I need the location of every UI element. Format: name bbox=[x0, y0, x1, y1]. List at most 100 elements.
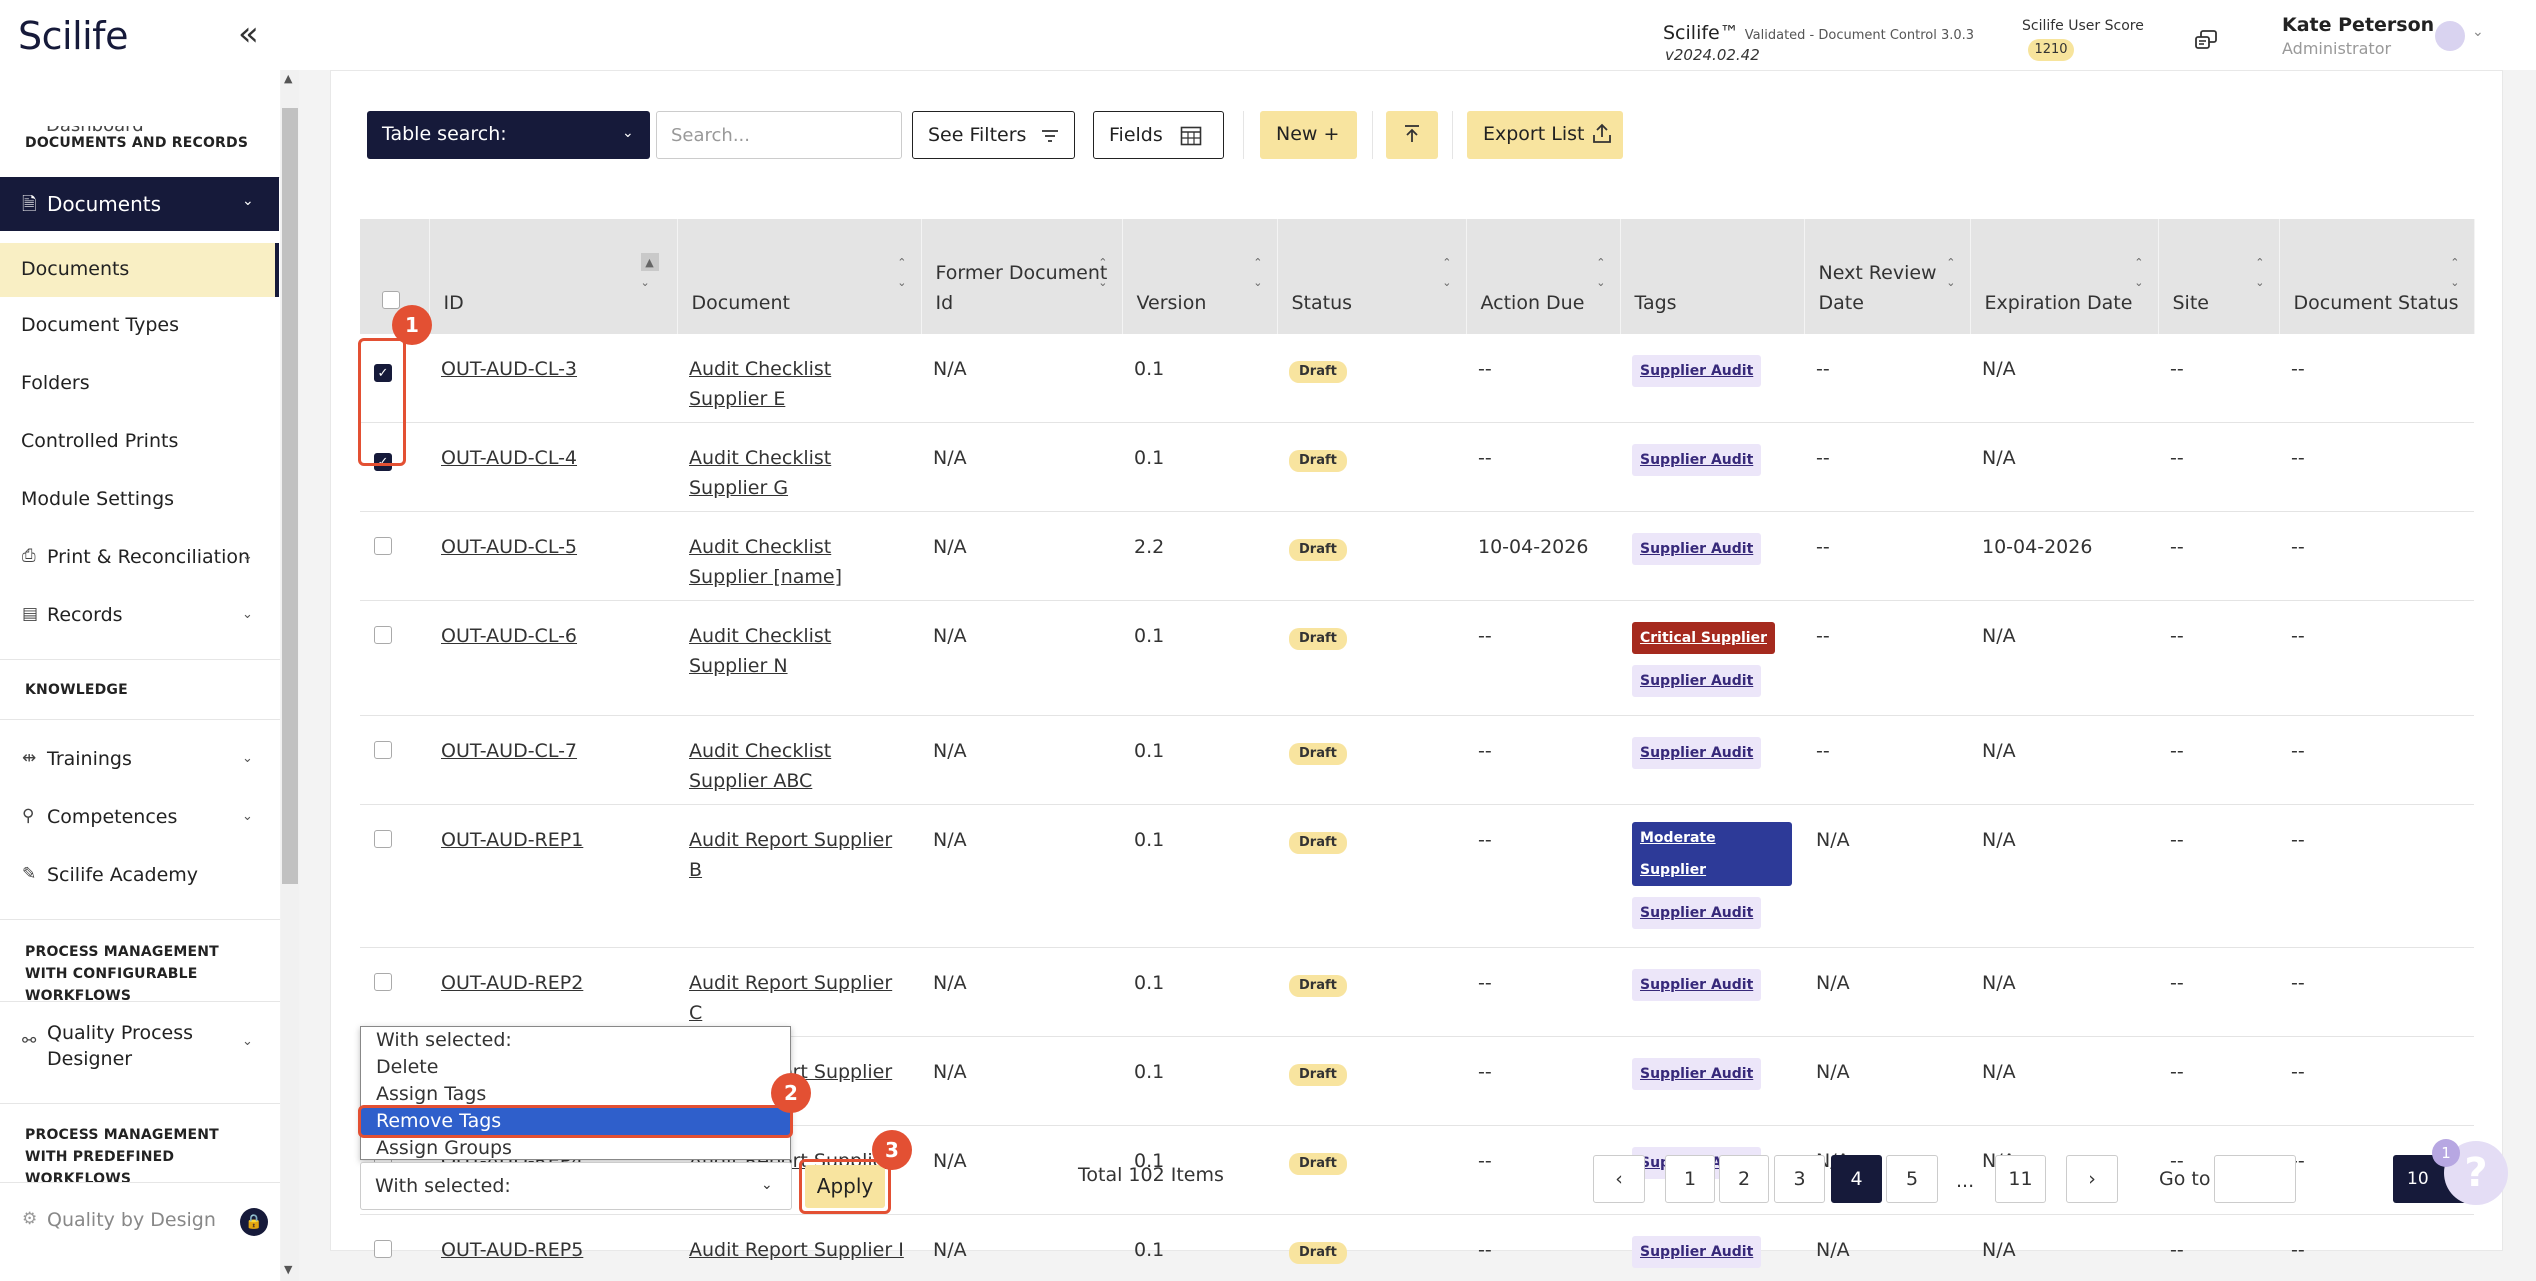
sidebar-item-print-reconciliation[interactable]: ⎙ Print & Reconciliation ⌄ bbox=[0, 531, 279, 585]
chevron-down-icon[interactable]: ⌄ bbox=[2472, 24, 2484, 40]
sidebar-item-module-settings[interactable]: Module Settings bbox=[0, 473, 279, 527]
tag-supplier-audit[interactable]: Supplier Audit bbox=[1632, 737, 1762, 769]
row-checkbox[interactable] bbox=[374, 741, 392, 759]
table-row[interactable]: OUT-AUD-REP5 Audit Report Supplier I N/A 0.… bbox=[360, 1214, 2474, 1281]
document-title-link[interactable]: Audit Checklist Supplier ABC bbox=[689, 740, 831, 792]
sidebar-scrollbar-thumb[interactable] bbox=[282, 108, 298, 884]
page-4-current[interactable]: 4 bbox=[1831, 1155, 1882, 1203]
page-11[interactable]: 11 bbox=[1995, 1155, 2046, 1203]
sidebar-item-quality-by-design[interactable]: ⚙ Quality by Design 🔒 bbox=[0, 1194, 279, 1248]
sidebar-item-folders[interactable]: Folders bbox=[0, 357, 279, 411]
tag-critical-supplier[interactable]: Critical Supplier bbox=[1632, 622, 1775, 654]
sidebar-item-records[interactable]: ▤ Records ⌄ bbox=[0, 589, 279, 643]
table-row[interactable]: OUT-AUD-REP2 Audit Report Supplier C N/A 0.… bbox=[360, 947, 2474, 1037]
sidebar-item-quality-process-designer[interactable]: ⚯ Quality Process Designer ⌄ bbox=[0, 1016, 279, 1070]
document-id-link[interactable]: OUT-AUD-CL-5 bbox=[441, 536, 577, 558]
sort-icon[interactable]: ⌃ ⌄ bbox=[2450, 253, 2459, 293]
sidebar-item-trainings[interactable]: ⇹ Trainings ⌄ bbox=[0, 733, 279, 787]
scroll-down-icon[interactable]: ▼ bbox=[284, 1263, 292, 1276]
next-page-button[interactable]: › bbox=[2066, 1155, 2118, 1203]
column-header-document-status[interactable]: ⌃ ⌄ Document Status bbox=[2279, 219, 2475, 334]
bulk-action-select[interactable]: With selected: ⌄ bbox=[360, 1162, 792, 1210]
sort-icon[interactable]: ⌃ ⌄ bbox=[1098, 253, 1107, 293]
sidebar-item-document-types[interactable]: Document Types bbox=[0, 299, 279, 353]
tag-supplier-audit[interactable]: Supplier Audit bbox=[1632, 897, 1762, 929]
document-title-link[interactable]: Audit Report Supplier B bbox=[689, 829, 892, 881]
column-header-former-id[interactable]: ⌃ ⌄ Former Document Id bbox=[921, 219, 1123, 334]
document-id-link[interactable]: OUT-AUD-CL-4 bbox=[441, 447, 577, 469]
table-search-select[interactable]: Table search: ⌄ bbox=[367, 111, 650, 159]
prev-page-button[interactable]: ‹ bbox=[1593, 1155, 1645, 1203]
sidebar-item-documents-parent[interactable]: 🗎 Documents ⌄ bbox=[0, 177, 279, 231]
sort-icon[interactable]: ⌃ ⌄ bbox=[1596, 253, 1605, 293]
column-header-id[interactable]: ▲ ⌄ ID bbox=[429, 219, 678, 334]
see-filters-button[interactable]: See Filters bbox=[912, 111, 1075, 159]
sidebar-item-competences[interactable]: ⚲ Competences ⌄ bbox=[0, 791, 279, 845]
upload-button[interactable] bbox=[1386, 111, 1438, 159]
column-header-status[interactable]: ⌃ ⌄ Status bbox=[1277, 219, 1467, 334]
select-all-checkbox[interactable] bbox=[382, 291, 400, 309]
bulk-option-assign-tags[interactable]: Assign Tags bbox=[361, 1081, 790, 1108]
bulk-option-delete[interactable]: Delete bbox=[361, 1054, 790, 1081]
tag-supplier-audit[interactable]: Supplier Audit bbox=[1632, 1058, 1762, 1090]
document-id-link[interactable]: OUT-AUD-REP2 bbox=[441, 972, 583, 994]
sidebar-item-documents[interactable]: Documents bbox=[0, 243, 279, 297]
table-row[interactable]: OUT-AUD-REP1 Audit Report Supplier B N/A 0.… bbox=[360, 804, 2474, 948]
row-checkbox[interactable] bbox=[374, 973, 392, 991]
table-row[interactable]: ✓ OUT-AUD-CL-4 Audit Checklist Supplier GN… bbox=[360, 422, 2474, 512]
page-1[interactable]: 1 bbox=[1665, 1155, 1715, 1203]
row-checkbox[interactable] bbox=[374, 1240, 392, 1258]
sort-icon[interactable]: ⌃ ⌄ bbox=[2134, 253, 2143, 293]
tag-moderate-supplier[interactable]: Moderate Supplier bbox=[1632, 822, 1792, 886]
row-checkbox[interactable] bbox=[374, 830, 392, 848]
page-2[interactable]: 2 bbox=[1719, 1155, 1769, 1203]
tag-supplier-audit[interactable]: Supplier Audit bbox=[1632, 533, 1762, 565]
page-3[interactable]: 3 bbox=[1774, 1155, 1825, 1203]
document-id-link[interactable]: OUT-AUD-REP5 bbox=[441, 1239, 583, 1261]
goto-page-input[interactable] bbox=[2214, 1155, 2296, 1203]
avatar[interactable] bbox=[2435, 21, 2465, 51]
export-list-button[interactable]: Export List bbox=[1467, 111, 1623, 159]
tag-supplier-audit[interactable]: Supplier Audit bbox=[1632, 1236, 1762, 1268]
table-row[interactable]: OUT-AUD-CL-6 Audit Checklist Supplier N N/… bbox=[360, 600, 2474, 716]
sort-icon[interactable]: ⌃ ⌄ bbox=[2255, 253, 2264, 293]
row-checkbox[interactable] bbox=[374, 537, 392, 555]
scroll-up-icon[interactable]: ▲ bbox=[284, 72, 292, 85]
tag-supplier-audit[interactable]: Supplier Audit bbox=[1632, 969, 1762, 1001]
chat-icon[interactable] bbox=[2193, 28, 2219, 54]
column-header-document[interactable]: ⌃ ⌄ Document bbox=[677, 219, 922, 334]
document-id-link[interactable]: OUT-AUD-CL-7 bbox=[441, 740, 577, 762]
new-button[interactable]: New + bbox=[1260, 111, 1357, 159]
column-header-next-review[interactable]: ⌃ ⌄ Next Review Date bbox=[1804, 219, 1971, 334]
sort-icon[interactable]: ▲ ⌄ bbox=[640, 253, 659, 293]
document-title-link[interactable]: Audit Checklist Supplier G bbox=[689, 447, 831, 499]
document-title-link[interactable]: Audit Report Supplier C bbox=[689, 972, 892, 1024]
sidebar-item-controlled-prints[interactable]: Controlled Prints bbox=[0, 415, 279, 469]
column-header-version[interactable]: ⌃ ⌄ Version bbox=[1122, 219, 1278, 334]
fields-button[interactable]: Fields bbox=[1093, 111, 1224, 159]
scilife-logo[interactable]: Scilife bbox=[18, 14, 128, 58]
tag-supplier-audit[interactable]: Supplier Audit bbox=[1632, 665, 1762, 697]
table-row[interactable]: OUT-AUD-CL-5 Audit Checklist Supplier [na… bbox=[360, 511, 2474, 601]
sort-icon[interactable]: ⌃ ⌄ bbox=[1253, 253, 1262, 293]
document-title-link[interactable]: Audit Checklist Supplier N bbox=[689, 625, 831, 677]
column-header-expiration[interactable]: ⌃ ⌄ Expiration Date bbox=[1970, 219, 2159, 334]
tag-supplier-audit[interactable]: Supplier Audit bbox=[1632, 444, 1762, 476]
sort-icon[interactable]: ⌃ ⌄ bbox=[1946, 253, 1955, 293]
document-title-link[interactable]: Audit Checklist Supplier E bbox=[689, 358, 831, 410]
column-header-action-due[interactable]: ⌃ ⌄ Action Due bbox=[1466, 219, 1621, 334]
document-title-link[interactable]: Audit Checklist Supplier [name] bbox=[689, 536, 842, 588]
row-checkbox[interactable] bbox=[374, 626, 392, 644]
document-id-link[interactable]: OUT-AUD-REP1 bbox=[441, 829, 583, 851]
sidebar-item-scilife-academy[interactable]: ✎ Scilife Academy bbox=[0, 849, 279, 903]
tag-supplier-audit[interactable]: Supplier Audit bbox=[1632, 355, 1762, 387]
column-header-site[interactable]: ⌃ ⌄ Site bbox=[2158, 219, 2280, 334]
table-row[interactable]: OUT-AUD-CL-7 Audit Checklist Supplier ABC… bbox=[360, 715, 2474, 805]
document-id-link[interactable]: OUT-AUD-CL-3 bbox=[441, 358, 577, 380]
search-input[interactable] bbox=[656, 111, 902, 159]
document-title-link[interactable]: Audit Report Supplier I bbox=[689, 1239, 904, 1261]
page-5[interactable]: 5 bbox=[1886, 1155, 1938, 1203]
collapse-sidebar-icon[interactable]: « bbox=[238, 14, 259, 54]
sort-icon[interactable]: ⌃ ⌄ bbox=[1442, 253, 1451, 293]
bulk-option-assign-groups[interactable]: Assign Groups bbox=[361, 1135, 790, 1162]
